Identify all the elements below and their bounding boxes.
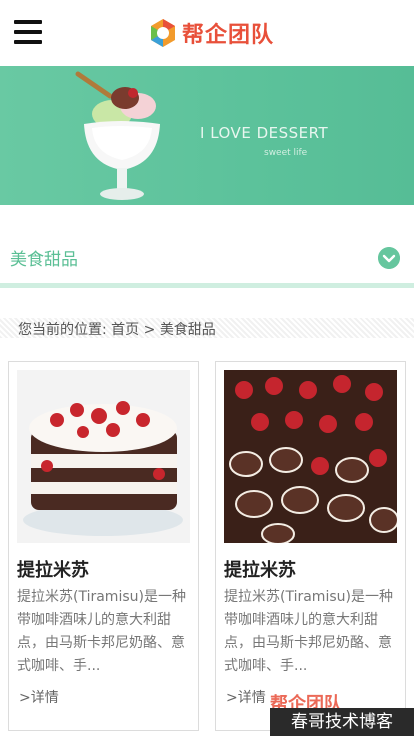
category-dropdown[interactable]: 美食甜品 [0,205,414,283]
top-bar: 帮企团队 [0,0,414,66]
ice-cream-illustration [75,71,160,200]
breadcrumb-home-link[interactable]: 首页 [111,322,139,338]
chocolate-strawberries-image [224,370,397,543]
banner-title: I LOVE DESSERT [200,124,329,142]
breadcrumb-separator: > [139,322,160,338]
banner-subtitle: sweet life [264,148,308,158]
product-detail-link[interactable]: >详情 [226,687,266,707]
product-card[interactable]: 提拉米苏 提拉米苏(Tiramisu)是一种带咖啡酒味儿的意大利甜点，由马斯卡邦… [8,361,199,731]
hamburger-menu-icon[interactable] [14,20,42,44]
chevron-down-circle-icon[interactable] [378,247,400,269]
logo-text: 帮企团队 [182,23,275,48]
breadcrumb: 您当前的位置: 首页 > 美食甜品 [18,319,216,339]
product-detail-link[interactable]: >详情 [19,687,59,707]
logo[interactable]: 帮企团队 [148,15,274,51]
cake-image [17,370,190,543]
category-title: 美食甜品 [10,250,78,270]
product-name[interactable]: 提拉米苏 [224,556,296,582]
category-divider [0,283,414,288]
product-description: 提拉米苏(Tiramisu)是一种带咖啡酒味儿的意大利甜点，由马斯卡邦尼奶酪、意… [224,589,393,674]
hero-banner: I LOVE DESSERT sweet life [0,66,414,205]
product-name[interactable]: 提拉米苏 [17,556,89,582]
product-card[interactable]: 提拉米苏 提拉米苏(Tiramisu)是一种带咖啡酒味儿的意大利甜点，由马斯卡邦… [215,361,406,731]
logo-mark-icon [151,19,175,47]
breadcrumb-current: 美食甜品 [159,322,216,338]
breadcrumb-prefix: 您当前的位置: [18,322,112,338]
product-description: 提拉米苏(Tiramisu)是一种带咖啡酒味儿的意大利甜点，由马斯卡邦尼奶酪、意… [17,589,186,674]
watermark: 春哥技术博客 [270,708,414,736]
